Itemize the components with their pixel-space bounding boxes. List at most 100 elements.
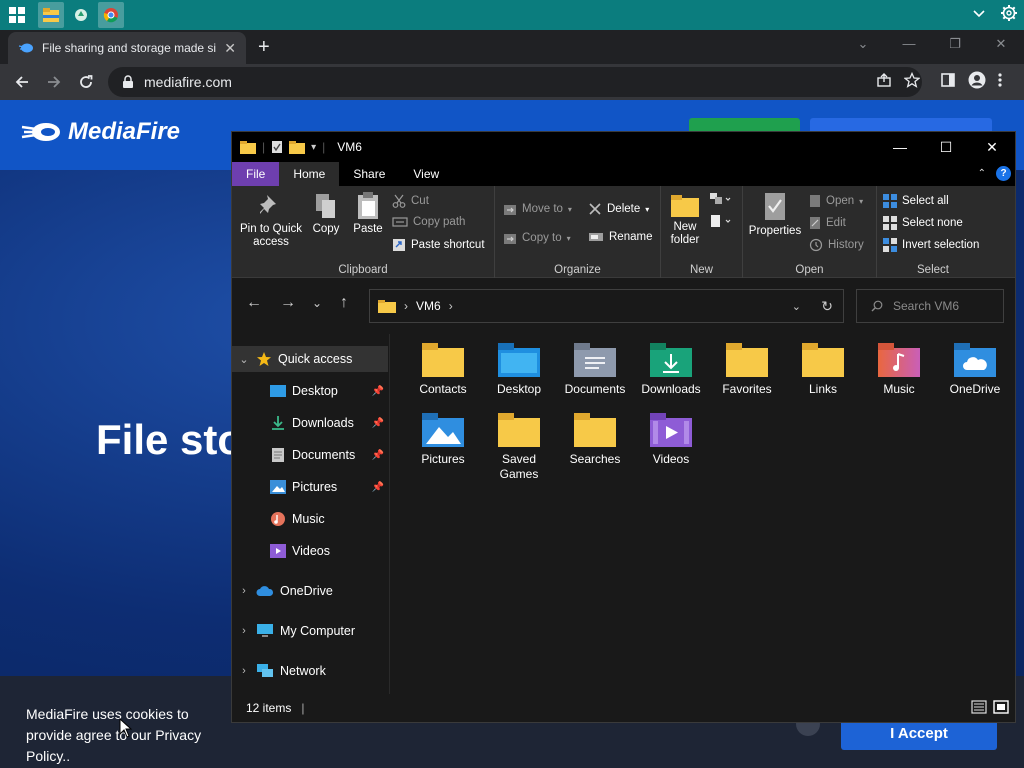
address-box[interactable]: › VM6 › ⌄ ↻ <box>369 289 844 323</box>
folder-item[interactable]: Saved Games <box>484 410 554 482</box>
tab-view[interactable]: View <box>399 162 453 186</box>
folder-item[interactable]: OneDrive <box>940 340 1010 397</box>
close-button[interactable]: ✕ <box>978 30 1024 60</box>
collapse-ribbon-icon[interactable]: ⌃ <box>978 168 986 179</box>
large-icons-view-icon[interactable] <box>993 700 1009 717</box>
tab-home[interactable]: Home <box>279 162 340 186</box>
folder-item[interactable]: Contacts <box>408 340 478 397</box>
mediafire-logo[interactable]: MediaFire <box>20 118 180 146</box>
address-dropdown-icon[interactable]: ⌄ <box>792 300 801 313</box>
share-icon[interactable] <box>876 72 892 93</box>
rename-button[interactable]: Rename <box>588 231 652 243</box>
folder-item[interactable]: Videos <box>636 410 706 467</box>
profile-avatar-icon[interactable] <box>968 71 986 94</box>
nav-quick-access[interactable]: ⌄ Quick access <box>232 346 388 372</box>
details-view-icon[interactable] <box>971 700 987 717</box>
search-box[interactable]: Search VM6 <box>856 289 1004 323</box>
browser-tab[interactable]: File sharing and storage made si ✕ <box>8 32 246 64</box>
tab-search-icon[interactable]: ⌄ <box>840 30 886 60</box>
folder-item[interactable]: Music <box>864 340 934 397</box>
nav-videos[interactable]: Videos <box>232 538 388 564</box>
minimize-button[interactable]: — <box>886 30 932 60</box>
easy-access-button[interactable] <box>709 214 733 228</box>
new-folder-button[interactable]: New folder <box>665 192 705 247</box>
forward-arrow-icon[interactable]: → <box>280 294 296 312</box>
tab-file[interactable]: File <box>232 162 280 186</box>
copy-path-button[interactable]: Copy path <box>392 216 465 228</box>
breadcrumb-separator: › <box>404 299 408 313</box>
bookmark-star-icon[interactable] <box>903 71 921 93</box>
taskbar-recycle-app[interactable] <box>68 2 94 28</box>
close-icon[interactable]: ✕ <box>224 40 236 57</box>
taskbar-file-explorer[interactable] <box>38 2 64 28</box>
select-none-icon <box>883 216 897 230</box>
refresh-icon[interactable]: ↻ <box>821 298 833 315</box>
new-tab-button[interactable]: + <box>258 36 270 59</box>
select-all-button[interactable]: Select all <box>883 194 949 208</box>
chevron-down-icon[interactable]: ⌄ <box>232 353 256 366</box>
nav-my-computer[interactable]: › My Computer <box>232 618 388 644</box>
nav-music[interactable]: Music <box>232 506 388 532</box>
screen: File sharing and storage made si ✕ + ⌄ —… <box>0 0 1024 768</box>
tab-share[interactable]: Share <box>339 162 399 186</box>
folder-item[interactable]: Searches <box>560 410 630 467</box>
back-arrow-icon[interactable]: ← <box>246 294 262 312</box>
nav-desktop[interactable]: Desktop 📌 <box>232 378 388 404</box>
chevron-down-icon[interactable] <box>972 6 986 24</box>
new-folder-label: New folder <box>670 221 700 246</box>
nav-documents[interactable]: Documents 📌 <box>232 442 388 468</box>
back-button[interactable] <box>6 66 38 98</box>
reload-button[interactable] <box>70 66 102 98</box>
folder-item[interactable]: Pictures <box>408 410 478 467</box>
properties-button[interactable]: Properties <box>747 192 803 238</box>
delete-button[interactable]: Delete ▾ <box>588 202 649 216</box>
quick-access-dropdown-icon[interactable]: ▾ <box>311 142 316 153</box>
invert-selection-button[interactable]: Invert selection <box>883 238 979 252</box>
start-button[interactable] <box>0 0 34 30</box>
open-button[interactable]: Open ▾ <box>809 194 863 208</box>
properties-quick-icon[interactable] <box>271 140 283 154</box>
new-folder-quick-icon[interactable] <box>289 140 306 154</box>
edit-button[interactable]: Edit <box>809 216 846 230</box>
nav-downloads[interactable]: Downloads 📌 <box>232 410 388 436</box>
paste-shortcut-button[interactable]: Paste shortcut <box>392 238 485 252</box>
nav-network[interactable]: › Network <box>232 658 388 684</box>
address-bar[interactable]: mediafire.com <box>108 67 922 97</box>
move-to-button[interactable]: Move to ▾ <box>503 202 572 216</box>
taskbar-chrome[interactable] <box>98 2 124 28</box>
hero-title: File sto <box>96 416 244 463</box>
onedrive-folder-icon <box>954 343 996 377</box>
folder-item[interactable]: Desktop <box>484 340 554 397</box>
help-icon[interactable]: ? <box>996 166 1011 181</box>
browser-window-controls: ⌄ — ❐ ✕ <box>840 30 1024 60</box>
chevron-right-icon[interactable]: › <box>232 625 256 637</box>
new-item-button[interactable] <box>709 192 733 206</box>
close-button[interactable]: ✕ <box>969 132 1015 162</box>
computer-icon <box>257 624 273 637</box>
maximize-button[interactable]: ☐ <box>923 132 969 162</box>
paste-button[interactable]: Paste <box>350 192 386 236</box>
copy-to-button[interactable]: Copy to ▾ <box>503 231 571 245</box>
nav-pictures[interactable]: Pictures 📌 <box>232 474 388 500</box>
pin-to-quick-access-button[interactable]: Pin to Quick access <box>238 192 304 249</box>
gear-icon[interactable] <box>1000 4 1018 27</box>
minimize-button[interactable]: — <box>877 132 923 162</box>
folder-item[interactable]: Favorites <box>712 340 782 397</box>
side-panel-icon[interactable] <box>940 72 956 93</box>
folder-item[interactable]: Documents <box>560 340 630 397</box>
chevron-right-icon[interactable]: › <box>232 665 256 677</box>
breadcrumb-vm6[interactable]: VM6 <box>416 299 441 313</box>
cut-button[interactable]: Cut <box>392 194 429 208</box>
select-none-button[interactable]: Select none <box>883 216 963 230</box>
up-arrow-icon[interactable]: ↑ <box>340 294 348 312</box>
history-button[interactable]: History <box>809 238 864 252</box>
recent-locations-icon[interactable]: ⌄ <box>312 296 322 310</box>
folder-item[interactable]: Downloads <box>636 340 706 397</box>
restore-button[interactable]: ❐ <box>932 30 978 60</box>
copy-button[interactable]: Copy <box>308 192 344 236</box>
chevron-right-icon[interactable]: › <box>232 585 256 597</box>
nav-onedrive[interactable]: › OneDrive <box>232 578 388 604</box>
forward-button[interactable] <box>38 66 70 98</box>
menu-dots-icon[interactable] <box>998 72 1002 93</box>
folder-item[interactable]: Links <box>788 340 858 397</box>
